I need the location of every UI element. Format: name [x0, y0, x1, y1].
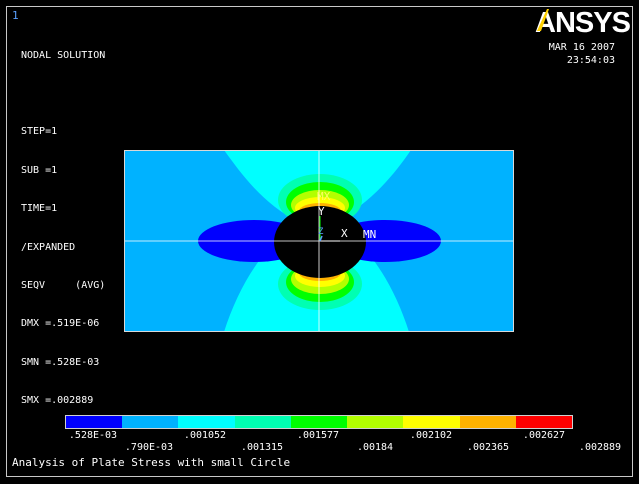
- contour-plot[interactable]: [124, 150, 514, 332]
- info-line: DMX =.519E-06: [21, 318, 100, 330]
- info-line: [21, 88, 105, 101]
- legend-label-bottom: .001315: [240, 442, 284, 453]
- legend-swatch: [290, 416, 348, 428]
- info-line: SUB =1: [21, 164, 58, 176]
- frame-left: [6, 6, 7, 477]
- info-line: SMX =.002889: [21, 395, 94, 407]
- legend-label-top: .002627: [522, 430, 566, 441]
- legend-swatch: [347, 416, 404, 428]
- legend-swatch: [178, 416, 235, 428]
- legend-swatch: [515, 416, 572, 428]
- info-line: STEP=1: [21, 126, 58, 138]
- plot-title: Analysis of Plate Stress with small Circ…: [12, 456, 291, 469]
- legend-label-bottom: .002889: [578, 442, 622, 453]
- window-number: 1: [12, 9, 19, 22]
- info-line: TIME=1: [21, 203, 58, 215]
- legend-swatch: [403, 416, 460, 428]
- legend-label-top: .002102: [409, 430, 453, 441]
- frame-bottom: [6, 476, 633, 477]
- date-text: MAR 16 2007: [548, 42, 615, 53]
- triad-x-label: X: [341, 227, 348, 240]
- solution-info: NODAL SOLUTION STEP=1 SUB =1 TIME=1 /EXP…: [21, 24, 105, 434]
- legend-swatch: [66, 416, 123, 428]
- legend-swatch: [122, 416, 179, 428]
- min-label: MN: [363, 228, 377, 241]
- info-line: NODAL SOLUTION: [21, 49, 106, 61]
- legend-label-top: .001052: [183, 430, 227, 441]
- triad-z-label: Z: [318, 227, 324, 237]
- ansys-logo: ANSYS: [535, 7, 631, 39]
- legend-swatch: [234, 416, 291, 428]
- legend-label-bottom: .00184: [356, 442, 394, 453]
- legend-label-top: .528E-03: [68, 430, 118, 441]
- legend-label-bottom: .790E-03: [124, 442, 174, 453]
- info-line: SEQV (AVG): [21, 279, 106, 291]
- time-text: 23:54:03: [566, 55, 615, 66]
- contour-legend: [65, 415, 573, 429]
- svg-text:ANSYS: ANSYS: [535, 7, 631, 39]
- timestamp: MAR 16 2007 23:54:03: [549, 41, 615, 67]
- info-line: /EXPANDED: [21, 241, 76, 253]
- max-label: MX: [317, 190, 331, 203]
- legend-swatch: [459, 416, 516, 428]
- frame-right: [632, 6, 633, 477]
- graphics-window[interactable]: 1 NODAL SOLUTION STEP=1 SUB =1 TIME=1 /E…: [0, 0, 639, 484]
- triad-y-label: Y: [318, 205, 325, 218]
- legend-label-top: .001577: [296, 430, 340, 441]
- info-line: SMN =.528E-03: [21, 356, 100, 368]
- legend-label-bottom: .002365: [466, 442, 510, 453]
